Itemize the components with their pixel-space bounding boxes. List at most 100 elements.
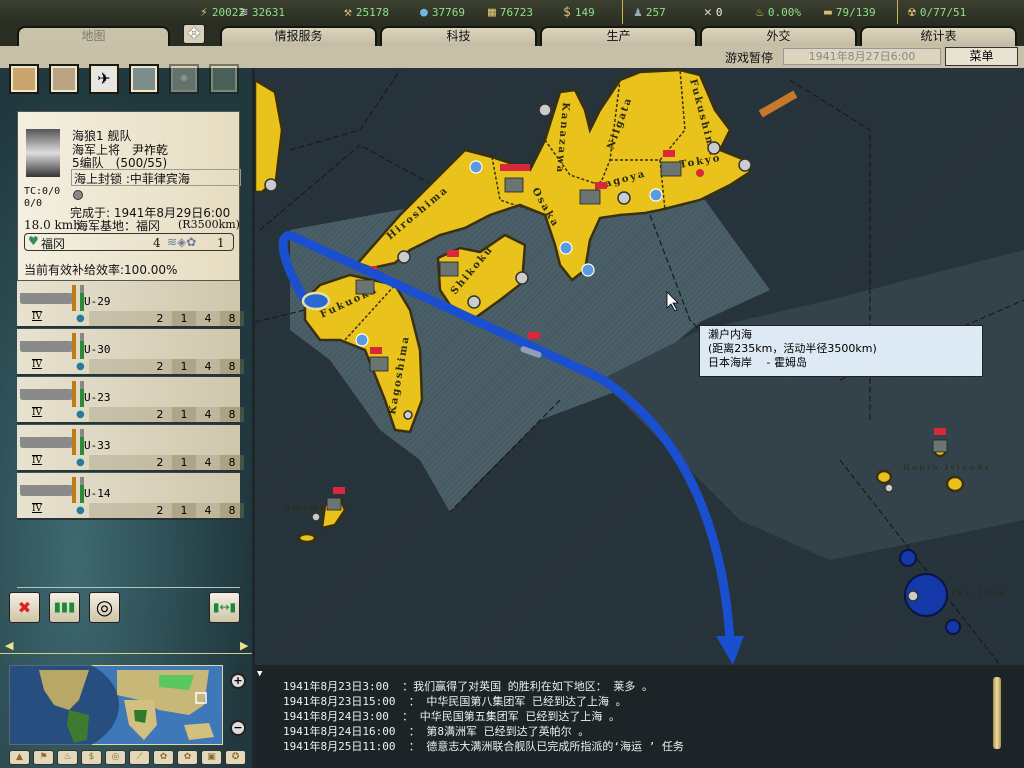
infantry-icon[interactable] — [932, 439, 948, 453]
supply-mapmode-icon[interactable]: ✿ — [153, 750, 174, 765]
weather-map-button[interactable]: ✹ — [169, 64, 199, 94]
fleet-range: (R3500km) — [178, 218, 240, 231]
naval-base-icon[interactable] — [538, 103, 552, 117]
log-time: 1941年8月24日3:00 — [283, 710, 389, 723]
fleet-base: 海军基地：福冈 — [76, 219, 161, 233]
target-button[interactable]: ◎ — [89, 592, 120, 623]
tab-intelligence[interactable]: 情报服务 — [220, 26, 377, 46]
island[interactable] — [875, 469, 893, 485]
log-scrollbar[interactable] — [993, 677, 1001, 749]
naval-base-icon[interactable] — [907, 590, 919, 602]
split-fleet-button[interactable]: ▮▮▮ — [49, 592, 80, 623]
merge-fleet-button[interactable]: ▮↔▮ — [209, 592, 240, 623]
naval-base-icon[interactable] — [617, 191, 631, 205]
naval-base-icon[interactable] — [311, 512, 321, 522]
medal-mapmode-icon[interactable]: ✪ — [225, 750, 246, 765]
divider — [622, 0, 623, 24]
fleet-mission[interactable]: 海上封锁 :中菲律宾海 — [71, 169, 241, 186]
unit-stat: 4 — [204, 408, 212, 421]
world-minimap[interactable] — [9, 665, 223, 745]
infantry-icon[interactable] — [326, 497, 342, 511]
weather-mapmode-icon[interactable]: ⟋ — [129, 750, 150, 765]
naval-base-icon[interactable] — [403, 410, 413, 420]
island[interactable] — [297, 532, 317, 544]
unit-stat: 8 — [220, 407, 244, 422]
tab-production[interactable]: 生产 — [540, 26, 697, 46]
naval-map-button[interactable] — [129, 64, 159, 94]
resources-mapmode-icon[interactable]: ◎ — [105, 750, 126, 765]
metal-resource[interactable]: ≋ 32631 — [240, 4, 285, 20]
infantry-icon[interactable] — [355, 279, 375, 295]
airbase-icon[interactable] — [355, 333, 369, 347]
energy-icon: ⚡ — [200, 4, 208, 20]
unit-name: U-23 — [84, 391, 111, 404]
location-box[interactable]: ♥ 福冈 4 ≋◈✿ 1 — [24, 233, 234, 251]
log-text: ： 中华民国第八集团军 已经到达了上海 。 — [408, 695, 627, 708]
tab-diplomacy[interactable]: 外交 — [700, 26, 857, 46]
scroll-right-arrow[interactable]: ▶ — [240, 639, 248, 652]
terrain-mapmode-icon[interactable]: ▲ — [9, 750, 30, 765]
airbase-icon[interactable] — [469, 160, 483, 174]
infantry-icon[interactable] — [660, 161, 682, 177]
unit-stat: 4 — [204, 360, 212, 373]
naval-base-icon[interactable] — [884, 483, 894, 493]
airbase-icon[interactable] — [649, 188, 663, 202]
naval-base-icon[interactable] — [515, 271, 529, 285]
naval-base-icon[interactable] — [264, 178, 278, 192]
infantry-icon[interactable] — [369, 356, 389, 372]
nukes-icon: ☢ — [908, 4, 916, 20]
unit-row[interactable]: IV U-30 ● 2148 — [17, 329, 244, 376]
flag-mapmode-icon[interactable]: ⚑ — [33, 750, 54, 765]
log-text: ： 中华民国第五集团军 已经到达了上海 。 — [402, 710, 620, 723]
infantry-icon[interactable] — [579, 189, 601, 205]
selected-fleet-marker[interactable] — [301, 291, 331, 311]
island[interactable] — [899, 549, 917, 567]
supplies-resource[interactable]: ▦ 76723 — [488, 4, 533, 20]
tab-technology[interactable]: 科技 — [380, 26, 537, 46]
infantry-icon[interactable] — [439, 261, 459, 277]
infrastructure-mapmode-icon[interactable]: ♨ — [57, 750, 78, 765]
unit-class: IV — [32, 408, 43, 418]
dissent-resource[interactable]: ♨ 0.00% — [756, 4, 801, 20]
log-text: ： 德意志大满洲联合舰队已完成所指派的‘海运 ’ 任务 — [408, 740, 684, 753]
unit-stat: 8 — [220, 503, 244, 518]
political-map-button[interactable] — [9, 64, 39, 94]
unit-row[interactable]: IV U-14 ● 2148 — [17, 473, 244, 520]
menu-button[interactable]: 菜单 — [945, 47, 1018, 66]
airbase-icon[interactable] — [581, 263, 595, 277]
production-mapmode-icon[interactable]: ✿ — [177, 750, 198, 765]
unit-row[interactable]: IV U-33 ● 2148 — [17, 425, 244, 472]
naval-base-icon[interactable] — [738, 158, 752, 172]
scroll-left-arrow[interactable]: ◀ — [5, 639, 13, 652]
money-resource[interactable]: $149 — [563, 4, 595, 20]
transports-resource[interactable]: ✕ 0 — [704, 4, 722, 20]
infantry-icon[interactable] — [504, 177, 524, 193]
log-toggle-icon[interactable]: ▼ — [257, 669, 262, 679]
airbase-icon[interactable] — [559, 241, 573, 255]
zoom-in-button[interactable]: + — [230, 673, 246, 689]
disband-button[interactable]: ✖ — [9, 592, 40, 623]
tab-map[interactable]: 地图 — [17, 26, 170, 48]
oil-resource[interactable]: ● 37769 — [420, 4, 465, 20]
move-icon[interactable]: ✥ — [183, 24, 205, 44]
island[interactable] — [945, 475, 965, 493]
convoy-resource[interactable]: ▬ 79/139 — [824, 4, 876, 20]
energy-resource[interactable]: ⚡ 20022 — [200, 4, 245, 20]
money-mapmode-icon[interactable]: $ — [81, 750, 102, 765]
zoom-out-button[interactable]: − — [230, 720, 246, 736]
supply-map-button[interactable] — [209, 64, 239, 94]
nukes-resource[interactable]: ☢ 0/77/51 — [908, 4, 966, 20]
rare-materials-resource[interactable]: ⚒ 25178 — [344, 4, 389, 20]
naval-base-icon[interactable] — [467, 295, 481, 309]
unit-row[interactable]: IV U-23 ● 2148 — [17, 377, 244, 424]
air-map-button[interactable]: ✈ — [89, 64, 119, 94]
briefcase-mapmode-icon[interactable]: ▣ — [201, 750, 222, 765]
naval-base-icon[interactable] — [397, 250, 411, 264]
island[interactable] — [945, 619, 961, 635]
manpower-resource[interactable]: ♟ 257 — [634, 4, 666, 20]
naval-base-icon[interactable] — [707, 141, 721, 155]
unit-row[interactable]: IV U-29 ● 2148 — [17, 281, 244, 328]
split-units-icon: ▮▮▮ — [53, 600, 76, 615]
tab-statistics[interactable]: 统计表 — [860, 26, 1017, 46]
army-map-button[interactable] — [49, 64, 79, 94]
